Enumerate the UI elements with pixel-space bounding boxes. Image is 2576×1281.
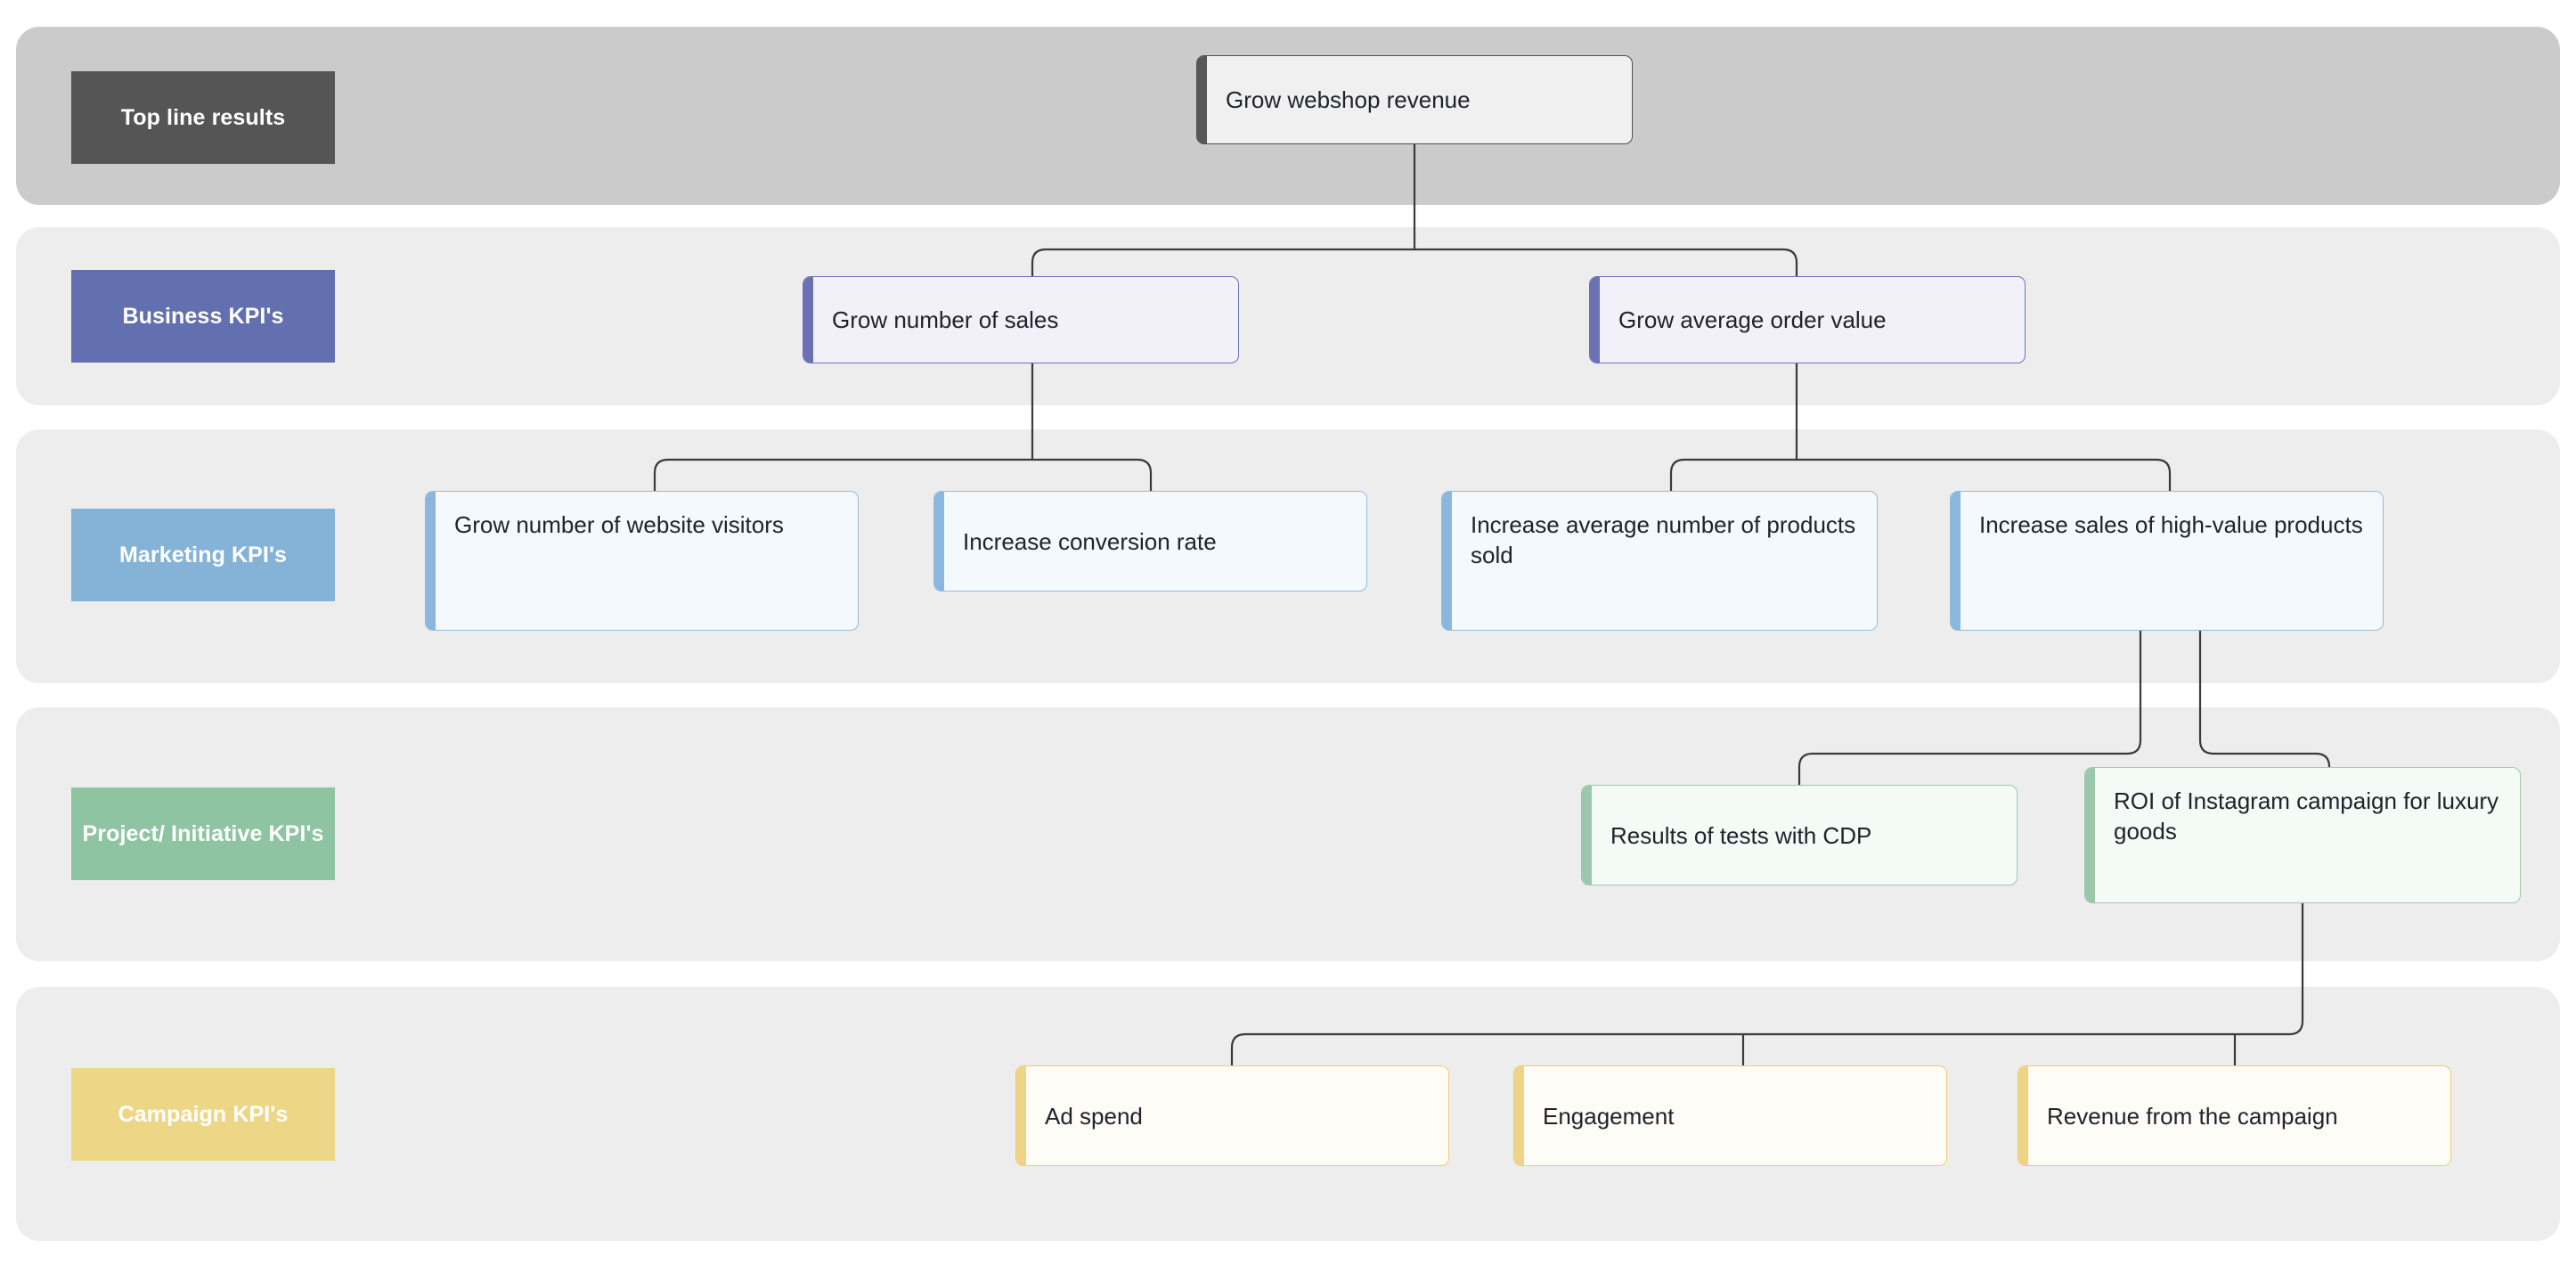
row-label-business-kpis: Business KPI's (71, 270, 335, 363)
node-accent-bar (1016, 1066, 1026, 1165)
node-label: ROI of Instagram campaign for luxury goo… (2114, 787, 2499, 845)
node-accent-bar (1197, 56, 1207, 143)
node-accent-bar (2018, 1066, 2028, 1165)
node-label: Ad spend (1045, 1102, 1143, 1130)
node-label: Revenue from the campaign (2047, 1102, 2338, 1130)
node-label: Grow number of website visitors (454, 511, 784, 538)
node-label: Increase sales of high-value products (1979, 511, 2363, 538)
node-roi-of-instagram-campaign-for-luxury-goods[interactable]: ROI of Instagram campaign for luxury goo… (2084, 767, 2521, 903)
row-label-campaign-kpis: Campaign KPI's (71, 1068, 335, 1161)
node-increase-average-number-of-products-sold[interactable]: Increase average number of products sold (1441, 491, 1878, 631)
node-accent-bar (934, 492, 944, 591)
node-label: Grow number of sales (832, 306, 1059, 333)
node-accent-bar (1514, 1066, 1524, 1165)
node-accent-bar (1951, 492, 1961, 630)
node-engagement[interactable]: Engagement (1513, 1065, 1947, 1166)
row-label-top-line-results: Top line results (71, 71, 335, 164)
node-label: Results of tests with CDP (1610, 821, 1872, 849)
node-grow-number-of-sales[interactable]: Grow number of sales (803, 276, 1239, 363)
node-ad-spend[interactable]: Ad spend (1015, 1065, 1449, 1166)
swimlane-business-kpis (16, 227, 2560, 405)
node-label: Grow webshop revenue (1226, 86, 1471, 113)
node-results-of-tests-with-cdp[interactable]: Results of tests with CDP (1581, 785, 2018, 885)
node-grow-average-order-value[interactable]: Grow average order value (1589, 276, 2026, 363)
node-accent-bar (2085, 768, 2095, 902)
node-accent-bar (1442, 492, 1452, 630)
node-grow-number-of-website-visitors[interactable]: Grow number of website visitors (425, 491, 859, 631)
row-label-marketing-kpis: Marketing KPI's (71, 509, 335, 601)
node-revenue-from-the-campaign[interactable]: Revenue from the campaign (2018, 1065, 2451, 1166)
node-accent-bar (1590, 277, 1600, 363)
node-label: Increase conversion rate (963, 527, 1217, 555)
node-label: Grow average order value (1618, 306, 1887, 333)
node-increase-sales-of-high-value-products[interactable]: Increase sales of high-value products (1950, 491, 2384, 631)
kpi-tree-diagram: Top line results Business KPI's Marketing … (0, 0, 2576, 1281)
node-accent-bar (1582, 786, 1592, 885)
node-increase-conversion-rate[interactable]: Increase conversion rate (933, 491, 1367, 592)
node-label: Increase average number of products sold (1471, 511, 1856, 569)
node-grow-webshop-revenue[interactable]: Grow webshop revenue (1196, 55, 1633, 144)
node-accent-bar (426, 492, 436, 630)
node-label: Engagement (1543, 1102, 1675, 1130)
node-accent-bar (803, 277, 813, 363)
row-label-project-initiative-kpis: Project/ Initiative KPI's (71, 787, 335, 880)
